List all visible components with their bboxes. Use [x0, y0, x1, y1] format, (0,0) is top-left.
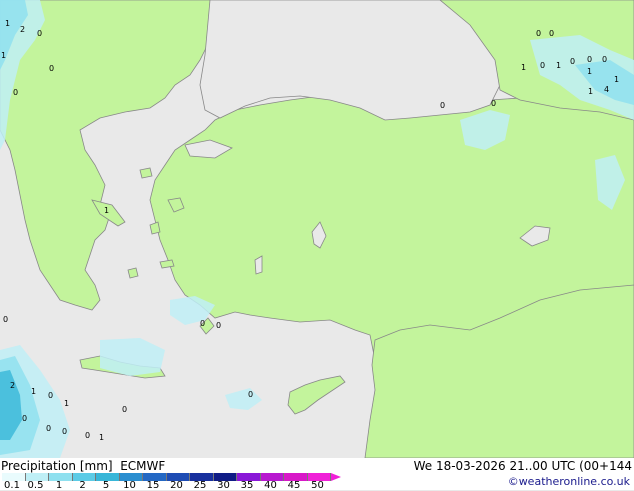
point-label: 0	[536, 29, 541, 38]
legend-bar: Precipitation [mm] ECMWF We 18-03-2026 2…	[0, 458, 634, 491]
legend-title: Precipitation [mm] ECMWF	[1, 459, 166, 473]
point-label: 0	[570, 57, 575, 66]
point-label: 1	[556, 61, 561, 70]
point-label: 1	[99, 433, 104, 442]
point-label: 0	[85, 431, 90, 440]
point-label: 0	[549, 29, 554, 38]
forecast-datetime: We 18-03-2026 21..00 UTC (00+144	[413, 459, 632, 473]
point-label: 1	[64, 399, 69, 408]
credit-link[interactable]: ©weatheronline.co.uk	[508, 475, 630, 488]
point-label: 0	[491, 99, 496, 108]
map-canvas: 12 0001010 00 01 0 1 0 0 01 4110 0000020011 01	[0, 0, 634, 458]
point-label: 1	[521, 63, 526, 72]
point-label: 0	[13, 88, 18, 97]
point-label: 0	[440, 101, 445, 110]
point-label: 1	[614, 75, 619, 84]
black-sea	[199, 0, 501, 121]
point-label: 0	[3, 315, 8, 324]
point-label: 0	[49, 64, 54, 73]
land-lemnos	[139, 167, 153, 179]
point-label: 0	[46, 424, 51, 433]
point-label: 0	[540, 61, 545, 70]
point-label: 0	[37, 29, 42, 38]
point-label: 0	[62, 427, 67, 436]
point-label: 0	[216, 321, 221, 330]
point-label: 4	[604, 85, 609, 94]
point-label: 1	[588, 87, 593, 96]
color-scale-arrow	[331, 473, 341, 481]
point-label: 1	[5, 19, 10, 28]
point-label: 0	[602, 55, 607, 64]
point-label: 0	[48, 391, 53, 400]
point-label: 0	[587, 55, 592, 64]
point-label: 2	[20, 25, 25, 34]
point-label: 1	[587, 67, 592, 76]
point-label: 0	[200, 319, 205, 328]
point-label: 1	[104, 206, 109, 215]
precipitation-map: 12000101000010100014110000002001101	[0, 0, 634, 458]
point-label: 0	[248, 390, 253, 399]
point-label: 2	[10, 381, 15, 390]
point-label: 1	[31, 387, 36, 396]
land-naxos	[127, 267, 139, 279]
point-label: 0	[122, 405, 127, 414]
point-label: 1	[1, 51, 6, 60]
point-label: 0	[22, 414, 27, 423]
